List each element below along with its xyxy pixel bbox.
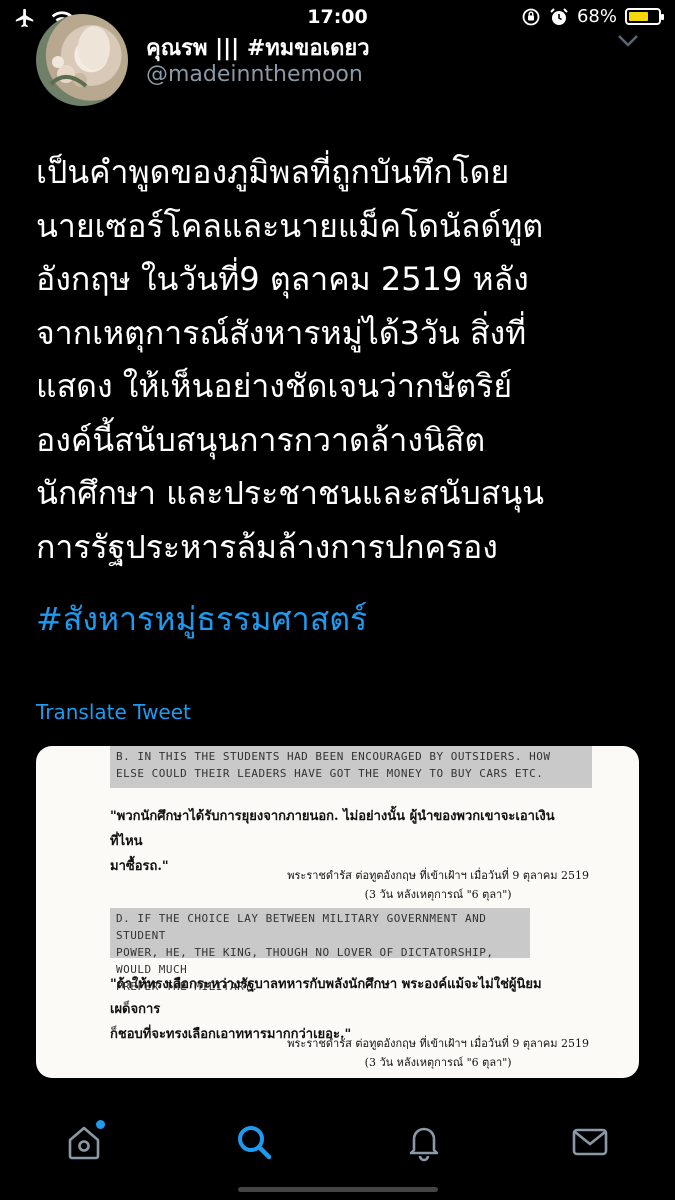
display-name[interactable]: คุณรพ ||| #ทมขอเดยว bbox=[146, 30, 370, 65]
attribution-line: (3 วัน หลังเหตุการณ์ "6 ตุลา") bbox=[364, 888, 512, 901]
translate-tweet-link[interactable]: Translate Tweet bbox=[36, 700, 191, 724]
typed-line: ELSE COULD THEIR LEADERS HAVE GOT THE MO… bbox=[116, 767, 544, 780]
attribution-line: พระราชดำรัส ต่อทูตอังกฤษ ที่เข้าเฝ้าฯ เม… bbox=[287, 869, 589, 882]
typed-excerpt-b: B. IN THIS THE STUDENTS HAD BEEN ENCOURA… bbox=[110, 746, 592, 788]
attribution-line: พระราชดำรัส ต่อทูตอังกฤษ ที่เข้าเฝ้าฯ เม… bbox=[287, 1037, 589, 1050]
thai-line: "พวกนักศึกษาได้รับการยุยงจากภายนอก. ไม่อ… bbox=[110, 809, 555, 849]
tweet-text: เป็นคำพูดของภูมิพลที่ถูกบันทึกโดย นายเซอ… bbox=[36, 153, 544, 566]
thai-line: "ถ้าให้ทรงเลือกระหว่างรัฐบาลทหารกับพลังน… bbox=[110, 977, 542, 1017]
attribution-b: พระราชดำรัส ต่อทูตอังกฤษ ที่เข้าเฝ้าฯ เม… bbox=[287, 866, 589, 904]
typed-excerpt-d: D. IF THE CHOICE LAY BETWEEN MILITARY GO… bbox=[110, 908, 530, 993]
bottom-tab-bar bbox=[0, 1104, 675, 1200]
battery-percent: 68% bbox=[576, 6, 617, 27]
status-right: 68% bbox=[521, 6, 664, 27]
orientation-lock-icon bbox=[522, 8, 540, 25]
battery-fill bbox=[629, 12, 649, 21]
avatar-image bbox=[49, 26, 110, 88]
attribution-d: พระราชดำรัส ต่อทูตอังกฤษ ที่เข้าเฝ้าฯ เม… bbox=[287, 1034, 589, 1072]
hashtag-link[interactable]: #สังหารหมู่ธรรมศาสตร์ bbox=[36, 594, 367, 645]
avatar[interactable] bbox=[36, 14, 128, 106]
user-handle[interactable]: @madeinnthemoon bbox=[146, 62, 363, 87]
typed-line: D. IF THE CHOICE LAY BETWEEN MILITARY GO… bbox=[116, 912, 487, 942]
chevron-down-icon[interactable] bbox=[617, 34, 639, 48]
new-content-dot bbox=[96, 1120, 105, 1129]
home-indicator bbox=[238, 1187, 438, 1192]
search-icon[interactable] bbox=[234, 1122, 274, 1162]
alarm-icon bbox=[550, 7, 568, 25]
typed-line: B. IN THIS THE STUDENTS HAD BEEN ENCOURA… bbox=[116, 750, 551, 763]
messages-icon[interactable] bbox=[570, 1122, 610, 1162]
tweet-media-image[interactable]: B. IN THIS THE STUDENTS HAD BEEN ENCOURA… bbox=[36, 746, 639, 1078]
battery-icon bbox=[625, 8, 664, 25]
notifications-icon[interactable] bbox=[404, 1122, 444, 1162]
attribution-line: (3 วัน หลังเหตุการณ์ "6 ตุลา") bbox=[364, 1056, 512, 1069]
